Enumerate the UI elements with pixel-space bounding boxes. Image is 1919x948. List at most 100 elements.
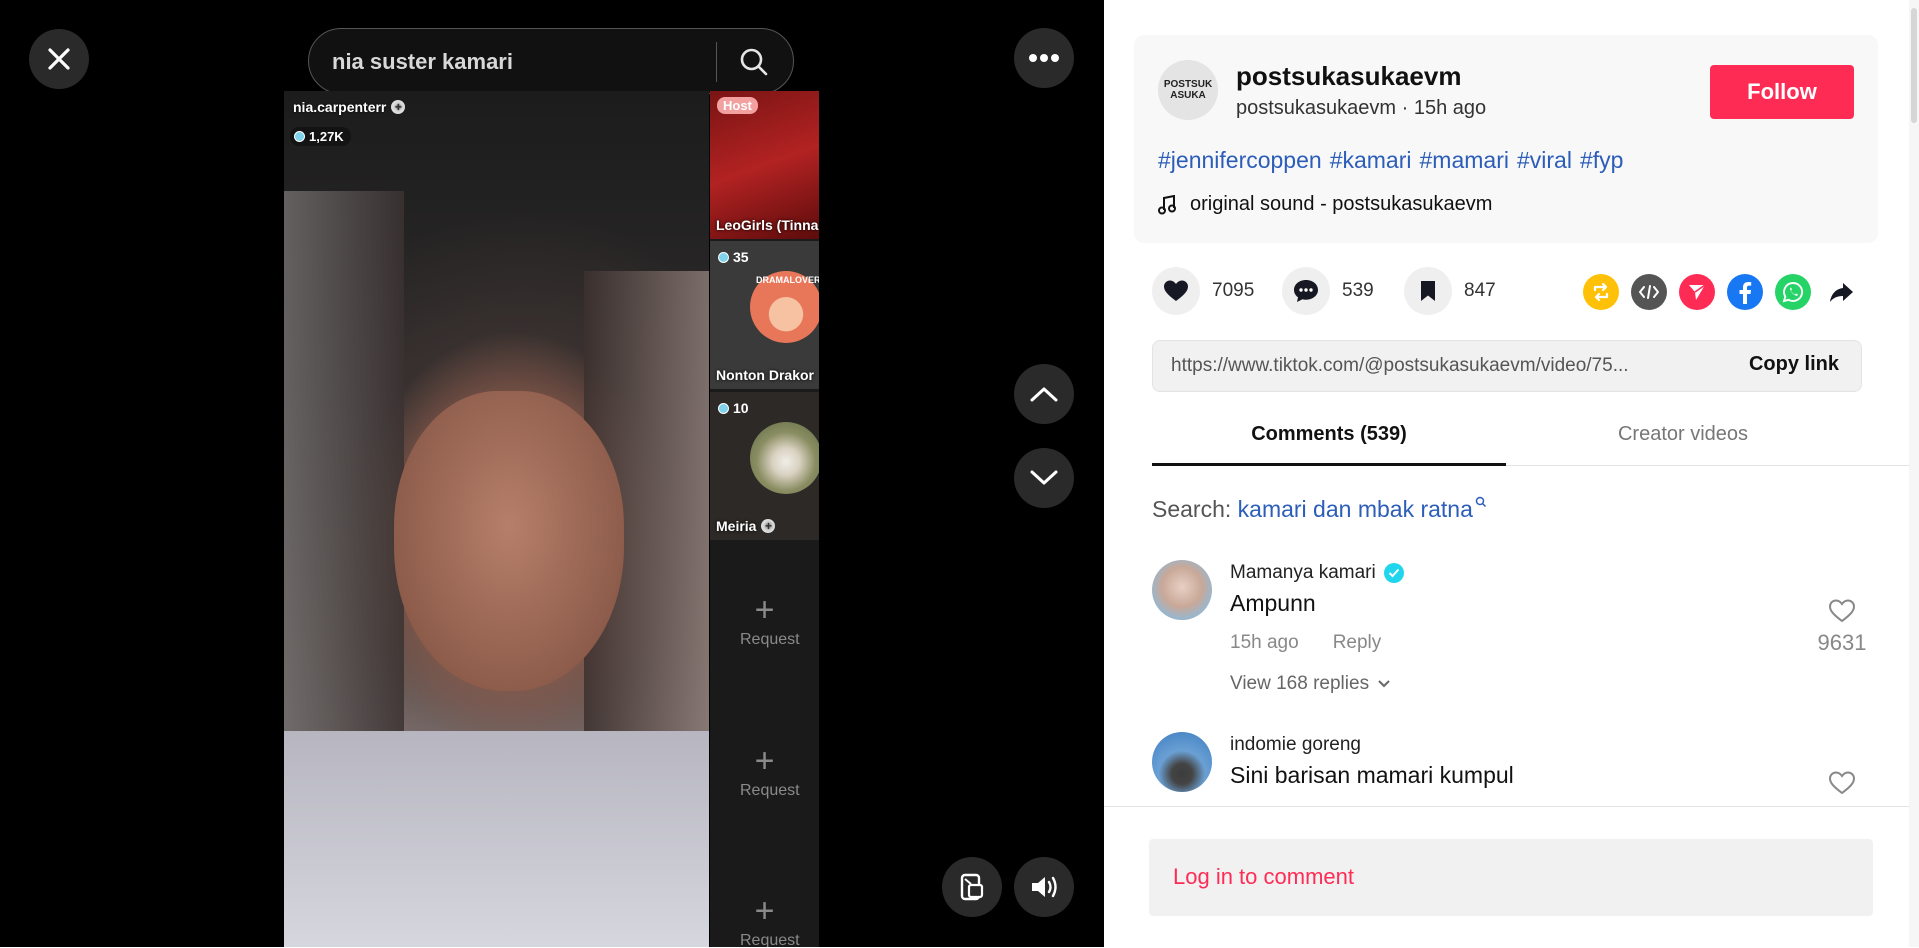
comment-time: 15h ago: [1230, 632, 1299, 653]
plus-icon: +: [754, 591, 775, 629]
comment-meta: 15h ago Reply: [1230, 632, 1381, 654]
author-handle[interactable]: postsukasukaevm: [1236, 97, 1396, 119]
embed-button[interactable]: [1631, 274, 1667, 310]
copy-link-button[interactable]: Copy link: [1749, 353, 1839, 376]
like-count: 7095: [1212, 280, 1255, 301]
search-icon: [1475, 496, 1486, 508]
verified-badge-icon: [1383, 563, 1404, 583]
comment-item: indomie goreng Sini barisan mamari kumpu…: [1152, 732, 1872, 806]
guest-avatar-text: DRAMALOVER: [756, 275, 819, 285]
plus-icon: +: [754, 892, 775, 930]
request-slot[interactable]: + Request: [710, 894, 819, 947]
send-to-friends-button[interactable]: [1679, 274, 1715, 310]
repost-button[interactable]: [1583, 274, 1619, 310]
save-count: 847: [1464, 280, 1496, 301]
hashtag-link[interactable]: #jennifercoppen: [1158, 147, 1322, 173]
main-video-feed[interactable]: nia.carpenterr + 1,27K: [284, 91, 709, 947]
search-suggestion-link[interactable]: kamari dan mbak ratna: [1238, 496, 1487, 522]
commenter-avatar[interactable]: [1152, 560, 1212, 620]
hashtag-link[interactable]: #mamari: [1420, 147, 1509, 173]
live-host[interactable]: nia.carpenterr +: [293, 99, 406, 115]
guest-tile[interactable]: Host LeoGirls (Tinna: [710, 91, 819, 239]
more-icon: [1029, 54, 1059, 62]
view-replies-button[interactable]: View 168 replies: [1230, 673, 1391, 695]
like-action[interactable]: 7095: [1152, 267, 1254, 315]
login-to-comment-button[interactable]: Log in to comment: [1149, 839, 1873, 916]
volume-button[interactable]: [1014, 857, 1074, 917]
heart-outline-icon: [1828, 599, 1856, 623]
guest-avatar: [750, 422, 819, 494]
scrollbar-thumb[interactable]: [1911, 8, 1917, 123]
gem-icon: [718, 251, 729, 263]
embed-icon: [1639, 285, 1659, 299]
search-query[interactable]: nia suster kamari: [332, 49, 513, 75]
guest-avatar: DRAMALOVER: [750, 271, 819, 343]
search-term: kamari dan mbak ratna: [1237, 496, 1473, 522]
viewer-count-badge: 1,27K: [290, 127, 351, 146]
save-action[interactable]: 847: [1404, 267, 1496, 315]
follow-plus-icon[interactable]: +: [391, 100, 406, 114]
gem-icon: [294, 131, 305, 142]
comments-list: Search: kamari dan mbak ratna Mamanya ka…: [1104, 466, 1919, 806]
commenter-avatar[interactable]: [1152, 732, 1212, 792]
commenter-name-row: Mamanya kamari: [1230, 562, 1404, 584]
guest-tile[interactable]: 35 DRAMALOVER Nonton Drakor: [710, 241, 819, 389]
sound-link[interactable]: original sound - postsukasukaevm: [1158, 193, 1492, 216]
comment-button[interactable]: [1282, 267, 1330, 315]
search-button[interactable]: [734, 43, 774, 81]
gem-icon: [718, 402, 729, 414]
next-video-button[interactable]: [1014, 448, 1074, 508]
tab-comments[interactable]: Comments (539): [1152, 423, 1506, 446]
comment-tabs: Comments (539) Creator videos: [1152, 413, 1910, 466]
comment-like[interactable]: [1812, 770, 1872, 802]
comment-text: Ampunn: [1230, 590, 1316, 616]
volume-icon: [1032, 876, 1057, 898]
more-options-button[interactable]: [1014, 28, 1074, 88]
hashtag-link[interactable]: #viral: [1517, 147, 1572, 173]
like-button[interactable]: [1152, 267, 1200, 315]
live-host-name: nia.carpenterr: [293, 99, 387, 115]
music-note-icon: [1158, 194, 1176, 214]
commenter-name[interactable]: indomie goreng: [1230, 734, 1361, 756]
guest-gem-count: 35: [718, 249, 749, 265]
hashtag-link[interactable]: #kamari: [1330, 147, 1412, 173]
video-search-box[interactable]: nia suster kamari: [308, 28, 794, 94]
comment-text: Sini barisan mamari kumpul: [1230, 762, 1514, 788]
comment-action[interactable]: 539: [1282, 267, 1374, 315]
action-bar: 7095 539 847: [1152, 267, 1892, 317]
save-button[interactable]: [1404, 267, 1452, 315]
request-slot[interactable]: + Request: [710, 593, 819, 649]
video-link-box: https://www.tiktok.com/@postsukasukaevm/…: [1152, 340, 1862, 392]
author-name[interactable]: postsukasukaevm: [1236, 61, 1461, 92]
comment-composer-bar: Log in to comment: [1104, 806, 1919, 948]
video-link[interactable]: https://www.tiktok.com/@postsukasukaevm/…: [1171, 355, 1629, 377]
follow-plus-icon[interactable]: +: [761, 519, 776, 533]
video-scene-part: [284, 731, 709, 947]
request-label: Request: [740, 782, 800, 799]
author-avatar[interactable]: POSTSUK ASUKA: [1158, 60, 1218, 120]
guest-tile[interactable]: 10 Meiria +: [710, 392, 819, 540]
more-share-button[interactable]: [1823, 274, 1859, 310]
hashtag-link[interactable]: #fyp: [1580, 147, 1623, 173]
tab-creator-videos[interactable]: Creator videos: [1506, 423, 1860, 446]
previous-video-button[interactable]: [1014, 364, 1074, 424]
guest-name-row: Meiria +: [716, 518, 776, 534]
heart-outline-icon: [1828, 771, 1856, 795]
commenter-name[interactable]: Mamanya kamari: [1230, 562, 1376, 584]
close-button[interactable]: [29, 29, 89, 89]
picture-in-picture-button[interactable]: [942, 857, 1002, 917]
search-divider: [716, 42, 717, 82]
host-badge: Host: [717, 97, 758, 114]
comment-item: Mamanya kamari Ampunn 15h ago Reply View…: [1152, 560, 1872, 700]
page-scrollbar[interactable]: [1909, 0, 1919, 947]
posted-ago: 15h ago: [1413, 97, 1487, 119]
request-slot[interactable]: + Request: [710, 744, 819, 800]
comment-like[interactable]: 9631: [1812, 598, 1872, 656]
follow-button[interactable]: Follow: [1710, 65, 1854, 119]
heart-icon: [1164, 280, 1188, 301]
comment-icon: [1294, 280, 1318, 302]
reply-button[interactable]: Reply: [1333, 632, 1382, 654]
share-whatsapp-button[interactable]: [1775, 274, 1811, 310]
video-scene-part: [394, 391, 624, 691]
share-facebook-button[interactable]: [1727, 274, 1763, 310]
